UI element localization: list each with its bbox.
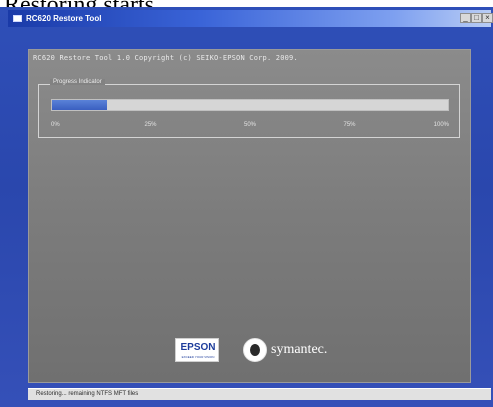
copyright-header: RC620 Restore Tool 1.0 Copyright (c) SEI… bbox=[33, 54, 298, 62]
minimize-button[interactable]: _ bbox=[460, 13, 471, 23]
maximize-button[interactable]: □ bbox=[471, 13, 482, 23]
epson-logo: EPSON EXCEED YOUR VISION bbox=[175, 338, 219, 362]
symantec-mark-icon bbox=[243, 338, 267, 362]
window-titlebar[interactable]: RC620 Restore Tool _ □ × bbox=[8, 10, 493, 27]
progress-group-title: Progress Indicator bbox=[50, 79, 105, 85]
symantec-logo: symantec. bbox=[243, 336, 353, 364]
epson-brand-text: EPSON bbox=[180, 342, 216, 353]
tick-label-50: 50% bbox=[243, 122, 257, 128]
progress-groupbox: Progress Indicator 0% 25% 50% 75% 100% bbox=[38, 79, 460, 138]
progress-bar bbox=[51, 99, 449, 111]
window-title: RC620 Restore Tool bbox=[26, 14, 102, 23]
tick-label-0: 0% bbox=[51, 122, 60, 128]
monitor-screen: RC620 Restore Tool _ □ × RC620 Restore T… bbox=[0, 7, 493, 407]
restore-tool-panel: RC620 Restore Tool 1.0 Copyright (c) SEI… bbox=[28, 49, 471, 383]
tick-label-25: 25% bbox=[144, 122, 157, 128]
epson-tagline: EXCEED YOUR VISION bbox=[181, 355, 215, 359]
status-text: Restoring... remaining NTFS MFT files bbox=[36, 391, 139, 397]
progress-scale: 0% 25% 50% 75% 100% bbox=[51, 122, 449, 130]
tick-label-75: 75% bbox=[343, 122, 356, 128]
close-button[interactable]: × bbox=[482, 13, 493, 23]
tick-label-100: 100% bbox=[433, 122, 449, 128]
app-icon bbox=[13, 15, 22, 22]
status-bar: Restoring... remaining NTFS MFT files bbox=[28, 388, 491, 400]
progress-bar-fill bbox=[52, 100, 108, 110]
symantec-wordmark: symantec. bbox=[271, 342, 328, 357]
